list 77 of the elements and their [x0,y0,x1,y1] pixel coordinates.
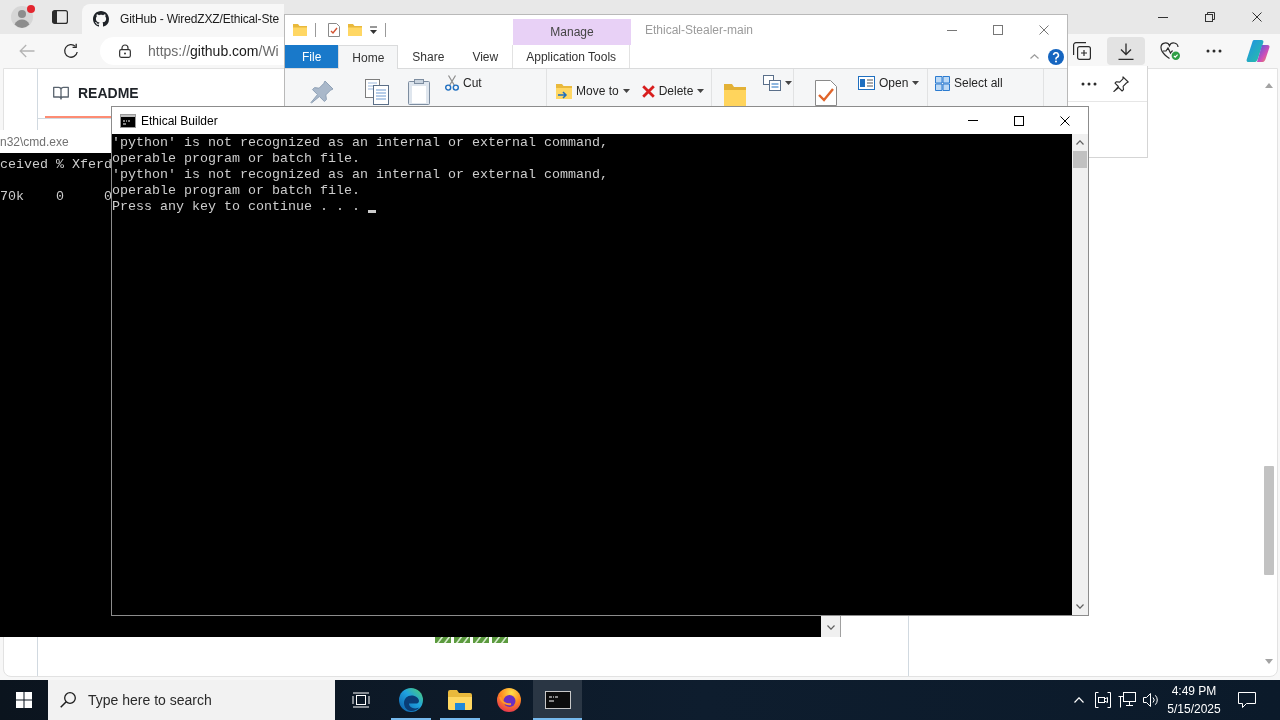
lock-icon [119,44,131,58]
task-view-icon[interactable] [351,692,370,708]
heartbeat-icon[interactable] [1160,42,1180,60]
console-line: 'python' is not recognized as an internal or external command, [112,135,608,151]
window-title: Ethical-Stealer-main [645,23,754,37]
clock-date: 5/15/2025 [1167,701,1221,718]
terminal-icon [544,691,571,709]
ribbon-tab[interactable]: Share [398,45,459,68]
open-button[interactable]: Open [858,75,920,91]
collections-icon[interactable] [1073,42,1091,60]
firefox-icon [496,688,521,712]
camera-icon[interactable] [1095,692,1111,708]
scroll-thumb[interactable] [1073,151,1087,168]
scroll-thumb[interactable] [1264,466,1274,575]
close-icon[interactable] [1251,12,1262,22]
github-icon [93,11,109,27]
minimize-icon[interactable] [1157,16,1168,18]
network-icon[interactable] [1118,692,1136,708]
maximize-icon[interactable] [1014,115,1024,126]
chevron-up-icon[interactable] [1074,697,1084,703]
edge-icon [398,688,423,712]
volume-icon[interactable] [1143,693,1159,707]
properties-icon[interactable] [815,80,837,106]
console-line: ceived % Xferd [0,157,112,173]
console-line: operable program or batch file. [112,151,360,167]
delete-button[interactable]: Delete [641,83,705,99]
browser-tab[interactable]: GitHub - WiredZXZ/Ethical-Ste [82,4,284,34]
close-icon[interactable] [1060,115,1070,126]
console-line: 70k 0 0 [0,189,112,205]
console-line: operable program or batch file. [112,183,360,199]
collapse-ribbon-icon[interactable] [1030,54,1039,59]
scrollbar[interactable] [1072,134,1088,615]
minimize-icon[interactable] [947,29,957,31]
download-icon [1118,42,1134,60]
pin-icon[interactable] [1113,75,1129,92]
file-explorer-icon [447,690,472,710]
scissors-icon [445,75,459,91]
customize-caret-icon[interactable] [369,26,378,34]
ribbon-tab[interactable]: View [458,45,513,68]
copy-icon[interactable] [365,79,389,105]
cut-button[interactable]: Cut [445,75,482,91]
delete-x-icon [641,84,655,98]
scroll-down-icon[interactable] [1076,604,1084,609]
vertical-tabs-icon[interactable] [52,10,68,24]
restore-icon[interactable] [1204,12,1215,22]
console-app-icon [120,113,136,128]
ribbon-tab[interactable]: Home [338,45,399,69]
select-all-grid-icon [935,75,950,91]
clipboard-icon[interactable] [408,79,430,105]
move-to-folder-icon [556,83,572,99]
more-icon[interactable] [1081,81,1097,86]
context-tab-header: Manage [513,19,631,45]
taskbar-app-button[interactable] [533,680,582,720]
copy-to-icon [763,75,781,91]
help-icon[interactable] [1048,48,1064,65]
avatar-icon[interactable] [11,6,33,28]
window-title: n32\cmd.exe [0,134,69,149]
select-all-button[interactable]: Select all [935,75,1003,91]
open-window-icon [858,76,875,90]
book-icon [53,85,69,100]
move-to-button[interactable]: Move to [556,83,630,99]
console-line: Press any key to continue . . . [112,199,360,215]
properties-icon[interactable] [328,23,340,37]
search-icon [60,692,76,708]
scroll-down-icon[interactable] [826,624,835,630]
scroll-up-icon[interactable] [1076,140,1084,145]
ribbon-tab[interactable]: File [285,45,339,68]
refresh-icon[interactable] [63,43,79,59]
console-line: 'python' is not recognized as an internal or external command, [112,167,608,183]
windows-logo-icon[interactable] [16,692,32,708]
copilot-icon[interactable] [1246,40,1270,62]
more-icon[interactable] [1206,49,1222,53]
notification-icon[interactable] [1238,692,1256,708]
address-field[interactable]: https://github.com/Wi [100,37,284,65]
downloads-button[interactable] [1107,37,1145,65]
clock-time: 4:49 PM [1171,683,1217,700]
copy-to-button[interactable] [763,75,792,91]
